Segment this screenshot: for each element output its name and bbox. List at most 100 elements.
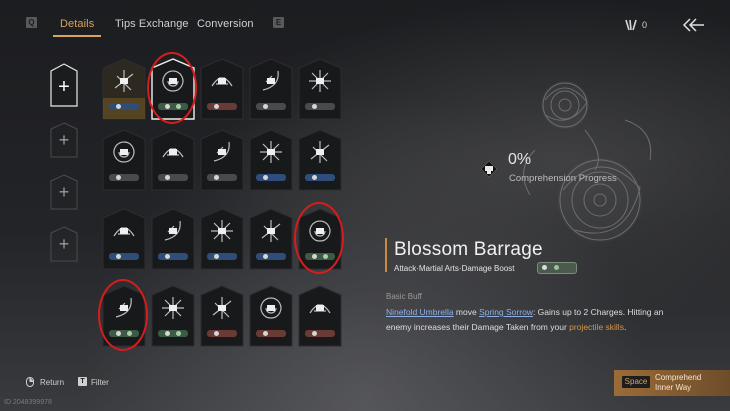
- quality-badge: [537, 262, 577, 274]
- inner-way-title: Blossom Barrage: [394, 239, 543, 260]
- heavy-blade-icon: [260, 297, 282, 319]
- inner-way-card[interactable]: [298, 58, 342, 120]
- space-key[interactable]: Space: [622, 376, 650, 388]
- quality-badge: [256, 103, 286, 110]
- inner-way-card[interactable]: [249, 208, 293, 270]
- badge-dot: [176, 331, 181, 336]
- inner-way-card[interactable]: [200, 285, 244, 347]
- crescent-strike-icon: [262, 70, 279, 91]
- quality-badge: [158, 330, 188, 337]
- tab-details[interactable]: Details: [60, 18, 94, 30]
- inner-way-card[interactable]: [249, 285, 293, 347]
- quality-badge: [207, 103, 237, 110]
- active-tab-underline: [53, 35, 101, 37]
- tab-conversion[interactable]: Conversion: [197, 18, 254, 30]
- next-tab-key[interactable]: E: [273, 17, 284, 28]
- add-slot-icon: +: [58, 234, 70, 254]
- badge-dot: [312, 104, 317, 109]
- bell-tower-icon: [309, 304, 331, 314]
- inner-way-card[interactable]: [200, 129, 244, 191]
- quality-badge: [158, 253, 188, 260]
- inner-way-card[interactable]: [249, 58, 293, 120]
- quality-badge: [109, 253, 139, 260]
- inner-way-tags: Attack·Martial Arts·Damage Boost: [394, 264, 515, 273]
- tab-tips-exchange[interactable]: Tips Exchange: [115, 18, 189, 30]
- section-label: Basic Buff: [386, 292, 422, 301]
- badge-dot: [214, 254, 219, 259]
- badge-dot: [116, 331, 121, 336]
- inner-way-card[interactable]: [249, 129, 293, 191]
- inner-way-card[interactable]: [200, 208, 244, 270]
- badge-dot: [263, 254, 268, 259]
- spirit-ring-icon: [115, 297, 132, 318]
- weapon-link[interactable]: Ninefold Umbrella: [386, 307, 454, 317]
- top-bar: Q Details Tips Exchange Conversion E 0: [0, 0, 730, 40]
- inner-way-card[interactable]: [151, 208, 195, 270]
- badge-dot: [312, 254, 317, 259]
- inner-way-card[interactable]: [102, 129, 146, 191]
- inner-way-card[interactable]: [200, 58, 244, 120]
- fan-blades-icon: [114, 70, 134, 92]
- masked-warrior-icon: [164, 220, 181, 241]
- inner-way-slot-1[interactable]: +: [50, 63, 78, 107]
- quality-badge: [207, 174, 237, 181]
- inner-way-card[interactable]: [151, 58, 195, 120]
- inner-way-card[interactable]: [151, 129, 195, 191]
- inner-way-card[interactable]: [298, 129, 342, 191]
- add-slot-icon: +: [58, 130, 70, 150]
- add-slot-icon: +: [58, 182, 70, 202]
- prev-tab-key[interactable]: Q: [26, 17, 37, 28]
- back-arrow-icon[interactable]: [681, 16, 705, 34]
- starburst-icon: [309, 70, 331, 92]
- badge-dot: [263, 331, 268, 336]
- comprehension-label: Comprehension Progress: [509, 173, 617, 184]
- inner-way-card[interactable]: [102, 208, 146, 270]
- fan-circle-icon: [162, 297, 184, 319]
- filter-hint[interactable]: Filter: [91, 378, 109, 387]
- badge-dot: [116, 175, 121, 180]
- inner-way-slot-4[interactable]: +: [50, 226, 78, 262]
- inner-way-card[interactable]: [298, 285, 342, 347]
- crescent-moon-icon: [310, 141, 330, 163]
- inner-way-card[interactable]: [151, 285, 195, 347]
- comprehension-icon: [480, 160, 498, 178]
- swift-strike-icon: [212, 297, 232, 319]
- inner-way-slot-3[interactable]: +: [50, 174, 78, 210]
- guardian-figure-icon: [162, 148, 184, 158]
- crossed-blades-icon: [113, 141, 135, 163]
- inner-way-card[interactable]: [102, 58, 146, 120]
- badge-dot: [116, 254, 121, 259]
- beast-head-icon: [260, 141, 282, 163]
- comprehend-label[interactable]: Comprehend Inner Way: [655, 373, 707, 393]
- badge-dot: [214, 104, 219, 109]
- badge-dot: [176, 104, 181, 109]
- quality-badge: [256, 330, 286, 337]
- badge-dot: [263, 104, 268, 109]
- buff-description: Ninefold Umbrella move Spring Sorrow: Ga…: [386, 307, 664, 332]
- inner-way-card[interactable]: [102, 285, 146, 347]
- badge-dot: [214, 175, 219, 180]
- inner-way-card[interactable]: [298, 208, 342, 270]
- quality-badge: [109, 103, 139, 110]
- projectile-keyword: projectile skills: [569, 322, 624, 332]
- return-hint[interactable]: Return: [40, 378, 64, 387]
- umbrella-arc-icon: [261, 220, 281, 242]
- badge-dot: [165, 254, 170, 259]
- quality-badge: [158, 174, 188, 181]
- move-link[interactable]: Spring Sorrow: [479, 307, 533, 317]
- badge-dot: [263, 175, 268, 180]
- badge-dot: [165, 175, 170, 180]
- quality-badge: [256, 174, 286, 181]
- dragon-coil-icon: [213, 141, 230, 162]
- filter-key[interactable]: T: [78, 377, 87, 386]
- quality-badge: [256, 253, 286, 260]
- quality-badge: [109, 174, 139, 181]
- quality-badge: [305, 330, 335, 337]
- badge-dot: [312, 331, 317, 336]
- badge-dot: [312, 175, 317, 180]
- blossom-barrage-icon: [309, 220, 331, 242]
- inner-way-slot-2[interactable]: +: [50, 122, 78, 158]
- badge-dot: [214, 331, 219, 336]
- quality-badge: [305, 103, 335, 110]
- badge-dot: [116, 104, 121, 109]
